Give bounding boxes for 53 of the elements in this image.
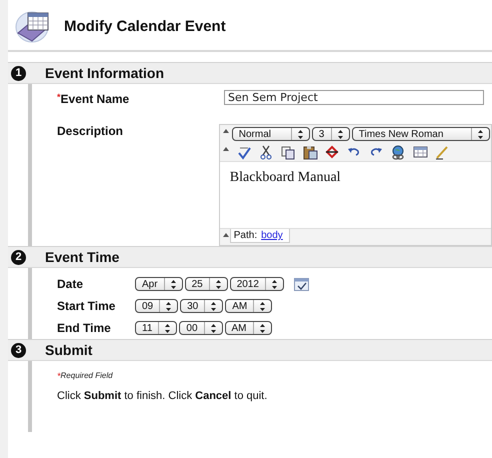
up-down-arrows-icon: [210, 300, 218, 312]
up-down-arrows-icon: [476, 128, 484, 140]
collapse-arrow-icon: [222, 147, 229, 151]
copy-icon: [280, 144, 296, 160]
field-label: End Time: [57, 321, 112, 335]
table-icon: [412, 144, 428, 160]
up-down-arrows-icon: [296, 128, 304, 140]
step-number: 1: [11, 66, 26, 80]
editor-text-area[interactable]: Blackboard Manual: [220, 161, 491, 229]
scissors-icon: [258, 144, 274, 160]
pencil-icon: [434, 144, 450, 160]
diamond-arrows-icon: [324, 144, 340, 160]
field-label: *Event Name: [57, 91, 130, 106]
step-number: 2: [11, 250, 26, 264]
font-select[interactable]: Times New Roman: [352, 127, 490, 141]
time-select[interactable]: AM: [225, 299, 272, 313]
up-down-arrows-icon: [259, 300, 266, 312]
up-down-arrows-icon: [270, 278, 278, 290]
section-title: Event Information: [45, 65, 164, 81]
path-link[interactable]: body: [261, 230, 283, 241]
required-field-note: *Required Field: [57, 370, 114, 381]
time-select[interactable]: AM: [224, 321, 272, 335]
size-select[interactable]: 3: [312, 127, 350, 141]
up-down-arrows-icon: [214, 278, 222, 290]
up-down-arrows-icon: [164, 322, 172, 334]
time-select[interactable]: Apr: [135, 277, 183, 291]
step-number: 3: [11, 342, 26, 358]
path-label: Path:: [234, 230, 258, 241]
instructions-text: Click Submit to finish. Click Cancel to quit.: [57, 389, 268, 404]
up-down-arrows-icon: [210, 322, 217, 334]
time-select[interactable]: 25: [184, 277, 228, 291]
up-down-arrows-icon: [258, 322, 266, 334]
collapse-arrow-icon: [222, 129, 229, 133]
up-down-arrows-icon: [170, 278, 177, 290]
time-select[interactable]: 2012: [230, 277, 284, 291]
time-select[interactable]: 11: [135, 321, 178, 335]
spellcheck-icon: [236, 144, 252, 160]
section-title: Event Time: [45, 249, 120, 265]
time-select[interactable]: 00: [179, 321, 223, 335]
field-label: Start Time: [57, 299, 116, 313]
page-title: Modify Calendar Event: [64, 18, 226, 34]
up-down-arrows-icon: [165, 300, 172, 312]
globe-link-icon: [390, 144, 406, 160]
time-select[interactable]: 30: [180, 299, 224, 313]
format-select[interactable]: Normal: [232, 127, 310, 141]
event-name-input[interactable]: Sen Sem Project: [224, 90, 484, 105]
time-select[interactable]: 09: [135, 299, 178, 313]
field-label: Description: [57, 124, 124, 138]
section-title: Submit: [45, 342, 92, 358]
field-label: Date: [57, 277, 84, 291]
up-down-arrows-icon: [336, 128, 344, 140]
paste-icon: [302, 144, 318, 160]
collapse-arrow-icon: [222, 233, 229, 237]
